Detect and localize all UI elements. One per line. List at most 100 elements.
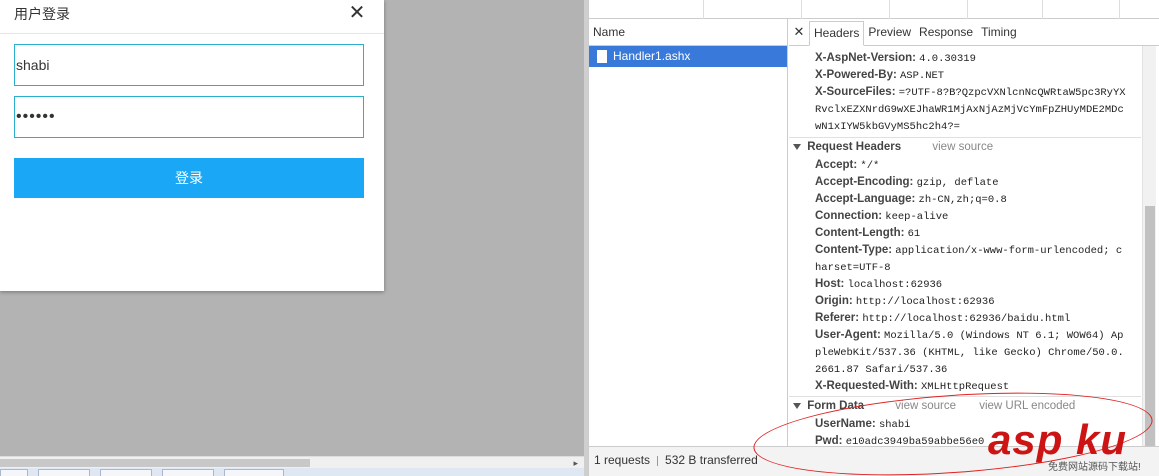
request-filename: Handler1.ashx (613, 49, 691, 63)
tab-headers[interactable]: Headers (809, 21, 865, 46)
header-key: Referer: (815, 312, 860, 324)
header-value: =?UTF-8?B?QzpcVXNlcnNcQWRtaW5pc3RyYX (898, 87, 1126, 99)
detail-tabbar: ✕ Headers Preview Response Timing (789, 19, 1159, 46)
header-value: 61 (907, 228, 921, 240)
header-value: application/x-www-form-urlencoded; c (895, 245, 1123, 257)
header-key: Connection: (815, 210, 883, 222)
screen: 用户登录 ✕ shabi •••••• 登录 ▸ Name Handler1.a… (0, 0, 1159, 476)
header-value: gzip, deflate (916, 177, 999, 189)
header-value-continued: harset=UTF-8 (815, 262, 891, 274)
header-key: Host: (815, 278, 845, 290)
header-value: ASP.NET (900, 70, 945, 82)
taskbar-button[interactable] (38, 469, 90, 476)
file-icon (597, 50, 607, 63)
request-row[interactable]: Handler1.ashx (589, 46, 787, 67)
header-key: Content-Type: (815, 244, 893, 256)
header-line: harset=UTF-8 (815, 259, 891, 277)
header-line: X-Powered-By: ASP.NET (815, 67, 944, 85)
header-key: X-Powered-By: (815, 69, 897, 81)
header-value-continued: pleWebKit/537.36 (KHTML, like Gecko) Chr… (815, 347, 1124, 359)
header-line: Accept-Language: zh-CN,zh;q=0.8 (815, 191, 1007, 209)
timeline-strip (589, 0, 1159, 19)
header-key: Accept-Language: (815, 193, 916, 205)
name-column-header[interactable]: Name (589, 19, 787, 46)
header-key: X-SourceFiles: (815, 86, 896, 98)
header-value: XMLHttpRequest (920, 381, 1010, 393)
header-line: Accept-Encoding: gzip, deflate (815, 174, 999, 192)
taskbar-button[interactable] (162, 469, 214, 476)
header-value: keep-alive (885, 211, 949, 223)
header-value: http://localhost:62936/baidu.html (862, 313, 1071, 325)
header-key: X-AspNet-Version: (815, 52, 916, 64)
dialog-title: 用户登录 (14, 6, 70, 22)
header-line: Content-Type: application/x-www-form-url… (815, 242, 1122, 260)
header-value: http://localhost:62936 (855, 296, 995, 308)
header-line: wN1xIYW5kbGVyMS5hc2h4?= (815, 118, 960, 136)
header-key: Accept-Encoding: (815, 176, 914, 188)
divider (1042, 0, 1043, 19)
divider (703, 0, 704, 19)
header-line: Connection: keep-alive (815, 208, 948, 226)
header-line: User-Agent: Mozilla/5.0 (Windows NT 6.1;… (815, 327, 1123, 345)
header-value: 4.0.30319 (919, 53, 976, 65)
watermark-subtitle: 免费网站源码下载站! (1048, 462, 1141, 473)
divider (889, 0, 890, 19)
divider (801, 0, 802, 19)
taskbar-button[interactable] (100, 469, 152, 476)
headers-view: X-AspNet-Version: 4.0.30319 X-Powered-By… (789, 46, 1141, 446)
divider (657, 455, 659, 466)
header-line: Origin: http://localhost:62936 (815, 293, 995, 311)
header-key: Content-Length: (815, 227, 905, 239)
scrollbar-thumb[interactable] (1145, 206, 1155, 446)
header-line: X-SourceFiles: =?UTF-8?B?QzpcVXNlcnNcQWR… (815, 84, 1126, 102)
header-key: Origin: (815, 295, 853, 307)
header-value-continued: wN1xIYW5kbGVyMS5hc2h4?= (815, 121, 960, 133)
dialog-header: 用户登录 ✕ (0, 0, 384, 34)
taskbar (0, 468, 584, 476)
web-page-viewport: 用户登录 ✕ shabi •••••• 登录 (0, 0, 584, 456)
divider (1119, 0, 1120, 19)
request-headers-section[interactable]: Request Headers view source (793, 139, 993, 156)
close-icon[interactable]: ✕ (789, 24, 809, 40)
tab-timing[interactable]: Timing (977, 20, 1021, 44)
detail-vertical-scrollbar[interactable] (1142, 46, 1156, 446)
tab-response[interactable]: Response (915, 20, 977, 44)
header-value-continued: 2661.87 Safari/537.36 (815, 364, 948, 376)
watermark-logo: asp ku 免费网站源码下载站! (988, 416, 1158, 474)
header-line: Accept: */* (815, 157, 879, 175)
header-line: Content-Length: 61 (815, 225, 920, 243)
request-detail: ✕ Headers Preview Response Timing X-AspN… (789, 19, 1159, 446)
header-key: Accept: (815, 159, 858, 171)
header-line: pleWebKit/537.36 (KHTML, like Gecko) Chr… (815, 344, 1124, 362)
header-line: Host: localhost:62936 (815, 276, 942, 294)
close-icon[interactable]: ✕ (348, 2, 366, 24)
watermark-text: asp ku (988, 416, 1128, 463)
header-value-continued: RvclxEZXNrdG9wXEJhaWR1MjAxNjAzMjVcYmFpZH… (815, 104, 1124, 116)
tab-preview[interactable]: Preview (864, 20, 915, 44)
header-line: 2661.87 Safari/537.36 (815, 361, 947, 379)
expand-triangle-icon[interactable] (793, 143, 801, 150)
request-count: 1 requests (594, 453, 651, 467)
taskbar-button[interactable] (224, 469, 284, 476)
header-value: Mozilla/5.0 (Windows NT 6.1; WOW64) Ap (884, 330, 1124, 342)
header-line: Referer: http://localhost:62936/baidu.ht… (815, 310, 1070, 328)
section-divider (789, 137, 1141, 138)
divider (967, 0, 968, 19)
taskbar-button[interactable] (0, 469, 28, 476)
login-button[interactable]: 登录 (14, 158, 364, 198)
header-line: RvclxEZXNrdG9wXEJhaWR1MjAxNjAzMjVcYmFpZH… (815, 101, 1124, 119)
section-title: Request Headers (807, 141, 902, 153)
header-value: */* (860, 160, 880, 172)
password-input[interactable]: •••••• (14, 96, 364, 138)
view-source-link[interactable]: view source (932, 141, 993, 153)
login-dialog: 用户登录 ✕ shabi •••••• 登录 (0, 0, 384, 291)
scrollbar-thumb[interactable] (0, 459, 310, 467)
header-key: User-Agent: (815, 329, 881, 341)
header-value: zh-CN,zh;q=0.8 (918, 194, 1007, 206)
header-value: localhost:62936 (847, 279, 943, 291)
page-horizontal-scrollbar[interactable]: ▸ (0, 456, 584, 468)
username-input[interactable]: shabi (14, 44, 364, 86)
expand-triangle-icon[interactable] (793, 402, 801, 409)
header-line: X-AspNet-Version: 4.0.30319 (815, 50, 976, 68)
header-key: X-Requested-With: (815, 380, 918, 392)
